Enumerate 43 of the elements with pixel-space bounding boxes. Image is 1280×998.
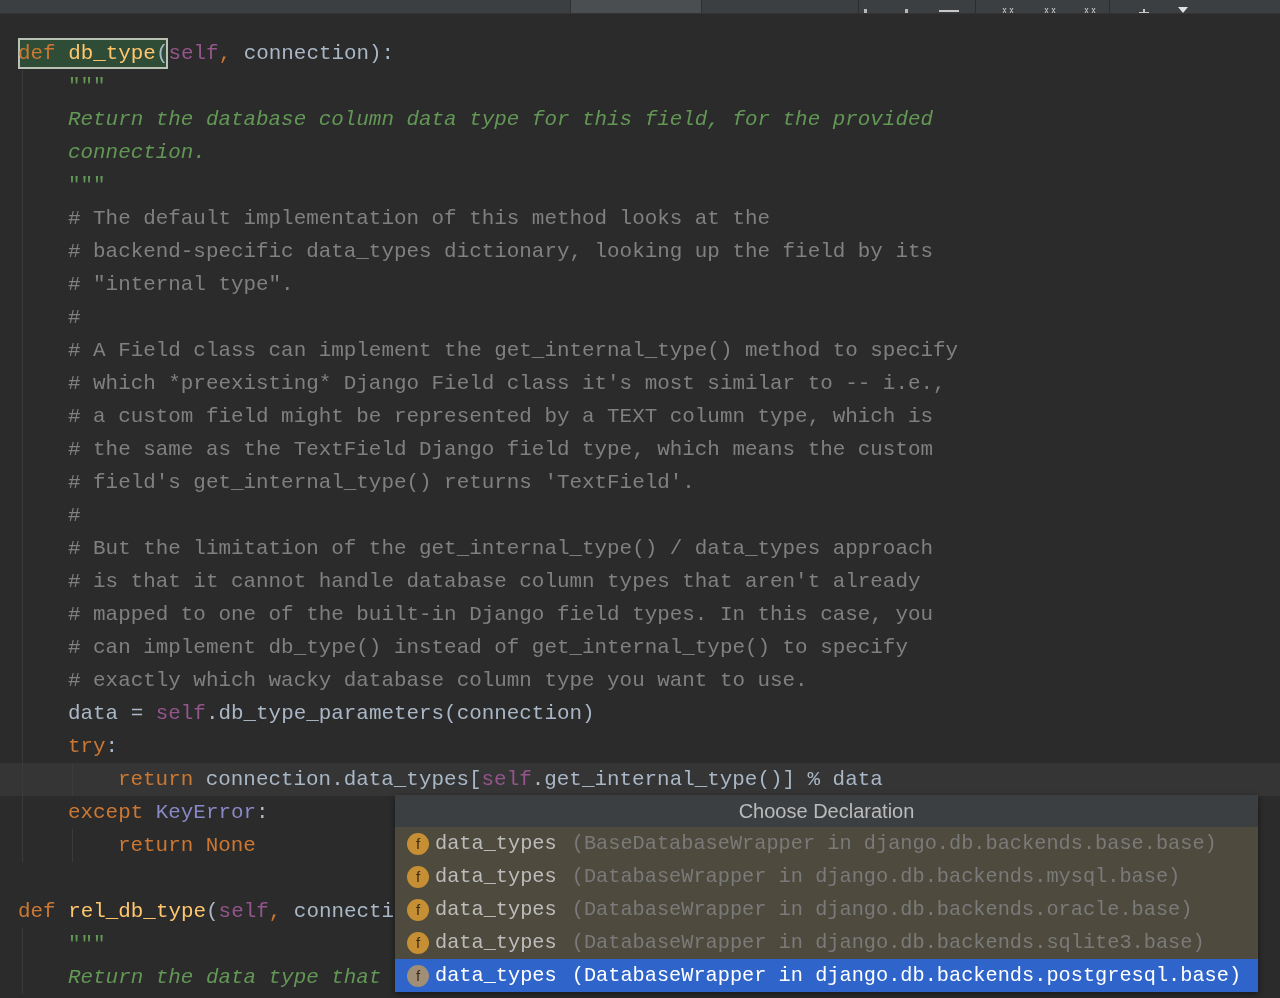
code-line: # field's get_internal_type() returns 'TextField'. — [68, 469, 695, 496]
code-line: # The default implementation of this method looks at the — [68, 205, 771, 232]
popup-title: Choose Declaration — [395, 795, 1258, 827]
code-line: # a custom field might be represented by a TEXT column type, which is — [68, 403, 933, 430]
toolbar-icon[interactable] — [1044, 8, 1056, 13]
code-line: """ — [68, 172, 106, 199]
field-badge: f — [407, 832, 429, 855]
code-line: except KeyError: — [68, 799, 269, 826]
code-line: def rel_db_type(self, connecti — [18, 898, 395, 925]
field-badge: f — [407, 931, 429, 954]
declaration-item[interactable]: f data_types (DatabaseWrapper in django.db.backends.mysql.base) — [395, 860, 1258, 893]
code-line: """ — [68, 931, 106, 958]
declaration-item[interactable]: f data_types (DatabaseWrapper in django.db.backends.postgresql.base) — [395, 959, 1258, 992]
code-line: # backend-specific data_types dictionary, looking up the field by its — [68, 238, 933, 265]
code-line: # which *preexisting* Django Field class it's most similar to -- i.e., — [68, 370, 946, 397]
code-line: Return the database column data type for this field, for the provided — [68, 106, 933, 133]
toolbar-icon[interactable] — [1084, 8, 1096, 13]
code-line: """ — [68, 73, 106, 100]
code-line: # can implement db_type() instead of get_internal_type() to specify — [68, 634, 908, 661]
declaration-item[interactable]: f data_types (DatabaseWrapper in django.db.backends.oracle.base) — [395, 893, 1258, 926]
declaration-item[interactable]: f data_types (BaseDatabaseWrapper in django.db.backends.base.base) — [395, 827, 1258, 860]
code-line: # — [68, 304, 81, 331]
code-line: connection. — [68, 139, 206, 166]
code-line: # the same as the TextField Django field type, which means the custom — [68, 436, 933, 463]
field-badge: f — [407, 865, 429, 888]
code-line: # — [68, 502, 81, 529]
toolbar-icon[interactable] — [1002, 8, 1014, 13]
field-badge: f — [407, 898, 429, 921]
code-line: # mapped to one of the built-in Django field types. In this case, you — [68, 601, 933, 628]
code-line: return connection.data_types[self.get_internal_type()] % data — [118, 766, 883, 793]
toolbar-icon[interactable] — [939, 9, 959, 13]
code-line: return None — [118, 832, 256, 859]
field-badge: f — [407, 964, 429, 987]
code-line: # is that it cannot handle database column types that aren't already — [68, 568, 921, 595]
declaration-item[interactable]: f data_types (DatabaseWrapper in django.db.backends.sqlite3.base) — [395, 926, 1258, 959]
code-line: # "internal type". — [68, 271, 294, 298]
code-line: # But the limitation of the get_internal_type() / data_types approach — [68, 535, 933, 562]
code-line: # A Field class can implement the get_internal_type() method to specify — [68, 337, 959, 364]
code-line: # exactly which wacky database column type you want to use. — [68, 667, 808, 694]
code-line: Return the data type that — [68, 964, 382, 991]
toolbar-icon[interactable] — [1139, 9, 1149, 13]
code-line: try: — [68, 733, 119, 760]
code-line: data = self.db_type_parameters(connection) — [68, 700, 595, 727]
